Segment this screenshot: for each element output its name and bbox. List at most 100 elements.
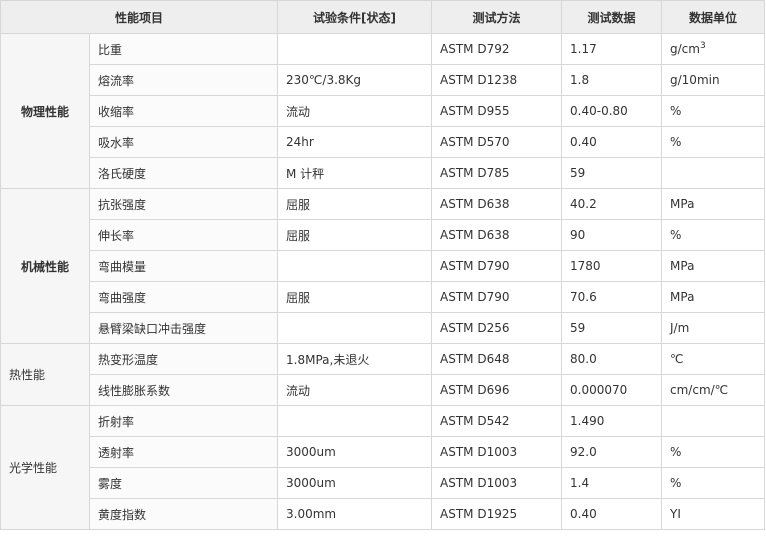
test-method: ASTM D955 — [431, 95, 563, 127]
test-value: 59 — [561, 312, 663, 344]
test-value: 40.2 — [561, 188, 663, 220]
header-item: 性能项目 — [0, 0, 279, 34]
header-data: 测试数据 — [561, 0, 663, 34]
table-row: 透射率 3000um ASTM D1003 92.0 % — [1, 436, 766, 468]
table-row: 弯曲模量 ASTM D790 1780 MPa — [1, 250, 766, 282]
test-value: 1.490 — [561, 405, 663, 437]
category-mechanical: 机械性能 — [0, 188, 90, 344]
test-value: 92.0 — [561, 436, 663, 468]
table-header-row: 性能项目 试验条件[状态] 测试方法 测试数据 数据单位 — [0, 0, 766, 34]
table-row: 线性膨胀系数 流动 ASTM D696 0.000070 cm/cm/℃ — [1, 374, 766, 406]
table-row: 熔流率 230℃/3.8Kg ASTM D1238 1.8 g/10min — [1, 64, 766, 96]
item-name: 悬臂梁缺口冲击强度 — [88, 312, 279, 344]
header-unit: 数据单位 — [661, 0, 766, 34]
test-method: ASTM D790 — [431, 281, 563, 313]
item-name: 抗张强度 — [88, 188, 279, 220]
unit-text: % — [661, 95, 766, 127]
unit-text: MPa — [661, 281, 766, 313]
test-method: ASTM D648 — [431, 343, 563, 375]
unit-text: J/m — [661, 312, 766, 344]
item-name: 收缩率 — [88, 95, 279, 127]
table-row: 物理性能 比重 ASTM D792 1.17 g/cm3 — [0, 33, 766, 189]
test-value: 59 — [561, 157, 663, 189]
test-value: 1.4 — [561, 467, 663, 499]
item-name: 弯曲强度 — [88, 281, 279, 313]
table-row: 机械性能 抗张强度 屈服 ASTM D638 40.2 MPa — [0, 188, 766, 344]
table-row: 吸水率 24hr ASTM D570 0.40 % — [1, 126, 766, 158]
item-name: 比重 — [88, 33, 279, 65]
test-condition — [277, 312, 433, 344]
unit-text — [661, 157, 766, 189]
property-spec-table: 性能项目 试验条件[状态] 测试方法 测试数据 数据单位 物理性能 比重 AST… — [0, 0, 766, 530]
test-value: 0.000070 — [561, 374, 663, 406]
header-condition: 试验条件[状态] — [277, 0, 433, 34]
test-condition: 3000um — [277, 436, 433, 468]
test-method: ASTM D790 — [431, 250, 563, 282]
test-condition: 屈服 — [277, 188, 433, 220]
test-condition — [277, 405, 433, 437]
item-name: 雾度 — [88, 467, 279, 499]
test-method: ASTM D638 — [431, 219, 563, 251]
unit-superscript: 3 — [699, 41, 706, 51]
category-optical: 光学性能 — [0, 405, 90, 530]
test-value: 1780 — [561, 250, 663, 282]
test-condition: 流动 — [277, 374, 433, 406]
item-name: 伸长率 — [88, 219, 279, 251]
test-value: 80.0 — [561, 343, 663, 375]
test-condition: 流动 — [277, 95, 433, 127]
test-method: ASTM D1925 — [431, 498, 563, 530]
unit-text: % — [661, 436, 766, 468]
test-condition: 3000um — [277, 467, 433, 499]
unit-text — [661, 405, 766, 437]
test-method: ASTM D792 — [431, 33, 563, 65]
test-condition — [277, 33, 433, 65]
unit-text: MPa — [661, 250, 766, 282]
test-condition: 1.8MPa,未退火 — [277, 343, 433, 375]
item-name: 热变形温度 — [88, 343, 279, 375]
test-method: ASTM D256 — [431, 312, 563, 344]
test-condition — [277, 250, 433, 282]
test-value: 0.40 — [561, 126, 663, 158]
table-row: 黄度指数 3.00mm ASTM D1925 0.40 YI — [1, 498, 766, 530]
test-condition: 3.00mm — [277, 498, 433, 530]
table-row: 伸长率 屈服 ASTM D638 90 % — [1, 219, 766, 251]
unit-text: YI — [661, 498, 766, 530]
test-method: ASTM D570 — [431, 126, 563, 158]
unit-text: g/10min — [661, 64, 766, 96]
test-value: 90 — [561, 219, 663, 251]
unit-text: % — [661, 126, 766, 158]
test-method: ASTM D785 — [431, 157, 563, 189]
table-row: 洛氏硬度 M 计秤 ASTM D785 59 — [1, 157, 766, 189]
test-condition: 230℃/3.8Kg — [277, 64, 433, 96]
item-name: 弯曲模量 — [88, 250, 279, 282]
unit-text: MPa — [661, 188, 766, 220]
item-name: 透射率 — [88, 436, 279, 468]
table-row: 弯曲强度 屈服 ASTM D790 70.6 MPa — [1, 281, 766, 313]
item-name: 线性膨胀系数 — [88, 374, 279, 406]
table-row: 光学性能 折射率 ASTM D542 1.490 — [0, 405, 766, 530]
unit-text: % — [661, 219, 766, 251]
test-method: ASTM D542 — [431, 405, 563, 437]
item-name: 折射率 — [88, 405, 279, 437]
test-method: ASTM D1003 — [431, 436, 563, 468]
unit-cell: g/cm3 — [661, 33, 766, 65]
item-name: 洛氏硬度 — [88, 157, 279, 189]
header-method: 测试方法 — [431, 0, 563, 34]
item-name: 吸水率 — [88, 126, 279, 158]
unit-text: ℃ — [661, 343, 766, 375]
table-row: 雾度 3000um ASTM D1003 1.4 % — [1, 467, 766, 499]
test-value: 0.40-0.80 — [561, 95, 663, 127]
test-condition: 屈服 — [277, 219, 433, 251]
unit-text: cm/cm/℃ — [661, 374, 766, 406]
test-value: 0.40 — [561, 498, 663, 530]
test-condition: M 计秤 — [277, 157, 433, 189]
item-name: 黄度指数 — [88, 498, 279, 530]
test-condition: 24hr — [277, 126, 433, 158]
table-row: 收缩率 流动 ASTM D955 0.40-0.80 % — [1, 95, 766, 127]
test-method: ASTM D1003 — [431, 467, 563, 499]
test-method: ASTM D696 — [431, 374, 563, 406]
unit-text: % — [661, 467, 766, 499]
table-row: 悬臂梁缺口冲击强度 ASTM D256 59 J/m — [1, 312, 766, 344]
item-name: 熔流率 — [88, 64, 279, 96]
table-row: 热性能 热变形温度 1.8MPa,未退火 ASTM D648 80.0 ℃ — [0, 343, 766, 406]
